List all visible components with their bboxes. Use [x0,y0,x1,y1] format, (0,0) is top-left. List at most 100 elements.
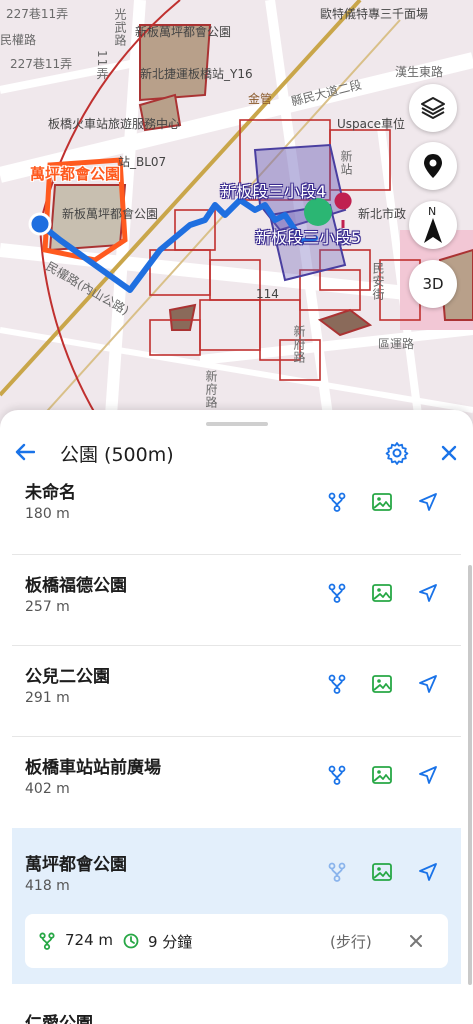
poi-distance: 257 m [25,599,70,615]
clear-route-button[interactable] [403,928,429,954]
poi-name: 仁愛公園 [25,1014,93,1024]
route-button[interactable] [321,759,353,791]
navigate-button[interactable] [412,856,444,888]
map-label: 新府路 [204,370,218,409]
route-distance: 724 m [65,931,114,949]
sheet-drag-handle[interactable] [206,422,268,426]
location-pin-icon [424,154,442,178]
map-label: 新北捷運板橋站_Y16 [140,67,253,81]
image-icon [372,493,392,511]
3d-label: 3D [422,275,444,293]
map-label: 歐特儀特專三千面場 [320,7,429,21]
close-button[interactable] [434,438,464,468]
navigate-button[interactable] [412,668,444,700]
route-button[interactable] [321,486,353,518]
map-label: 漢生東路 [395,65,444,79]
settings-button[interactable] [382,438,412,468]
poi-name: 萬坪都會公園 [25,855,127,875]
route-time: 9 分鐘 [148,933,193,951]
navigation-arrow-icon [419,675,437,693]
map-label: 新府路 [292,325,306,364]
sheet-header: 公園 (500m) [0,434,473,470]
sheet-title: 公園 (500m) [60,444,174,466]
route-button[interactable] [321,668,353,700]
image-icon [372,766,392,784]
scrollbar[interactable] [468,565,472,985]
photo-button[interactable] [366,856,398,888]
compass-icon: N [418,205,448,243]
selected-list-item[interactable]: 萬坪都會公園 418 m 724 m 9 分鐘 (步行) [12,828,461,984]
arrow-left-icon [15,443,35,461]
map-label: 站_BL07 [118,155,167,169]
photo-button[interactable] [366,668,398,700]
list-item[interactable]: 未命名 180 m [0,472,473,555]
fork-route-icon [37,931,57,951]
parcel-label-5: 新板段三小段5 [255,228,362,247]
navigation-arrow-icon [419,766,437,784]
poi-distance: 291 m [25,690,70,706]
route-mode: (步行) [330,933,372,951]
map-label: 新板萬坪都會公園 [62,207,159,221]
clock-icon [121,931,141,951]
layers-button[interactable] [409,84,457,132]
navigate-button[interactable] [412,486,444,518]
my-location-button[interactable] [409,142,457,190]
map-label: 11弄 [95,50,109,81]
poi-list[interactable]: 未命名 180 m 板橋福德公園 257 m 公兒二公園 291 m 板橋車站站… [0,472,473,828]
gear-icon [385,442,409,465]
navigation-arrow-icon [419,863,437,881]
poi-distance: 180 m [25,506,70,522]
poi-name: 公兒二公園 [25,667,110,687]
poi-distance: 402 m [25,781,70,797]
fork-route-icon [328,492,346,512]
layers-icon [421,97,445,119]
map-label: 金管 [248,92,273,106]
map-view[interactable]: 227巷11弄 民權路 227巷11弄 光武路 11弄 新板萬坪都會公園 新北捷… [0,0,473,430]
map-label: 民安街 [371,262,385,301]
map-label: 民權路 [0,33,37,47]
back-button[interactable] [10,434,40,470]
fork-route-icon [328,765,346,785]
compass-button[interactable]: N [409,201,457,249]
3d-toggle-button[interactable]: 3D [409,260,457,308]
map-label: 114 [256,287,279,301]
image-icon [372,584,392,602]
map-label: 光武路 [113,8,127,47]
poi-name: 未命名 [25,483,76,503]
map-label: 區運路 [378,337,415,351]
list-item[interactable]: 公兒二公園 291 m [0,646,473,737]
fork-route-icon [328,862,346,882]
photo-button[interactable] [366,759,398,791]
fork-route-icon [328,674,346,694]
route-summary-card: 724 m 9 分鐘 (步行) [25,914,448,968]
image-icon [372,675,392,693]
route-button[interactable] [321,856,353,888]
map-label: 新北市政 [358,207,407,221]
close-icon [441,445,457,461]
close-icon [410,935,422,947]
navigation-arrow-icon [419,584,437,602]
map-label: 板橋火車站旅遊服務中心 [48,117,181,131]
navigate-button[interactable] [412,577,444,609]
map-label: 227巷11弄 [10,57,73,71]
image-icon [372,863,392,881]
poi-name: 板橋車站站前廣場 [25,758,161,778]
photo-button[interactable] [366,577,398,609]
parcel-label-4: 新板段三小段4 [220,182,327,201]
navigate-button[interactable] [412,759,444,791]
navigation-arrow-icon [419,493,437,511]
list-item[interactable]: 板橋車站站前廣場 402 m [0,737,473,828]
route-button[interactable] [321,577,353,609]
selected-park-label: 萬坪都會公園 [30,165,121,183]
list-item[interactable]: 仁愛公園 [0,1005,473,1024]
map-label: Uspace車位 [337,117,405,131]
map-label: 新站 [339,150,353,176]
poi-distance: 418 m [25,878,70,894]
map-label: 新板萬坪都會公園 [135,25,232,39]
poi-bottom-sheet: 公園 (500m) 未命名 180 m 板橋福德公園 257 m 公兒二公園 2… [0,410,473,1024]
list-item[interactable]: 板橋福德公園 257 m [0,555,473,646]
poi-name: 板橋福德公園 [25,576,127,596]
photo-button[interactable] [366,486,398,518]
fork-route-icon [328,583,346,603]
map-label: 227巷11弄 [6,7,69,21]
